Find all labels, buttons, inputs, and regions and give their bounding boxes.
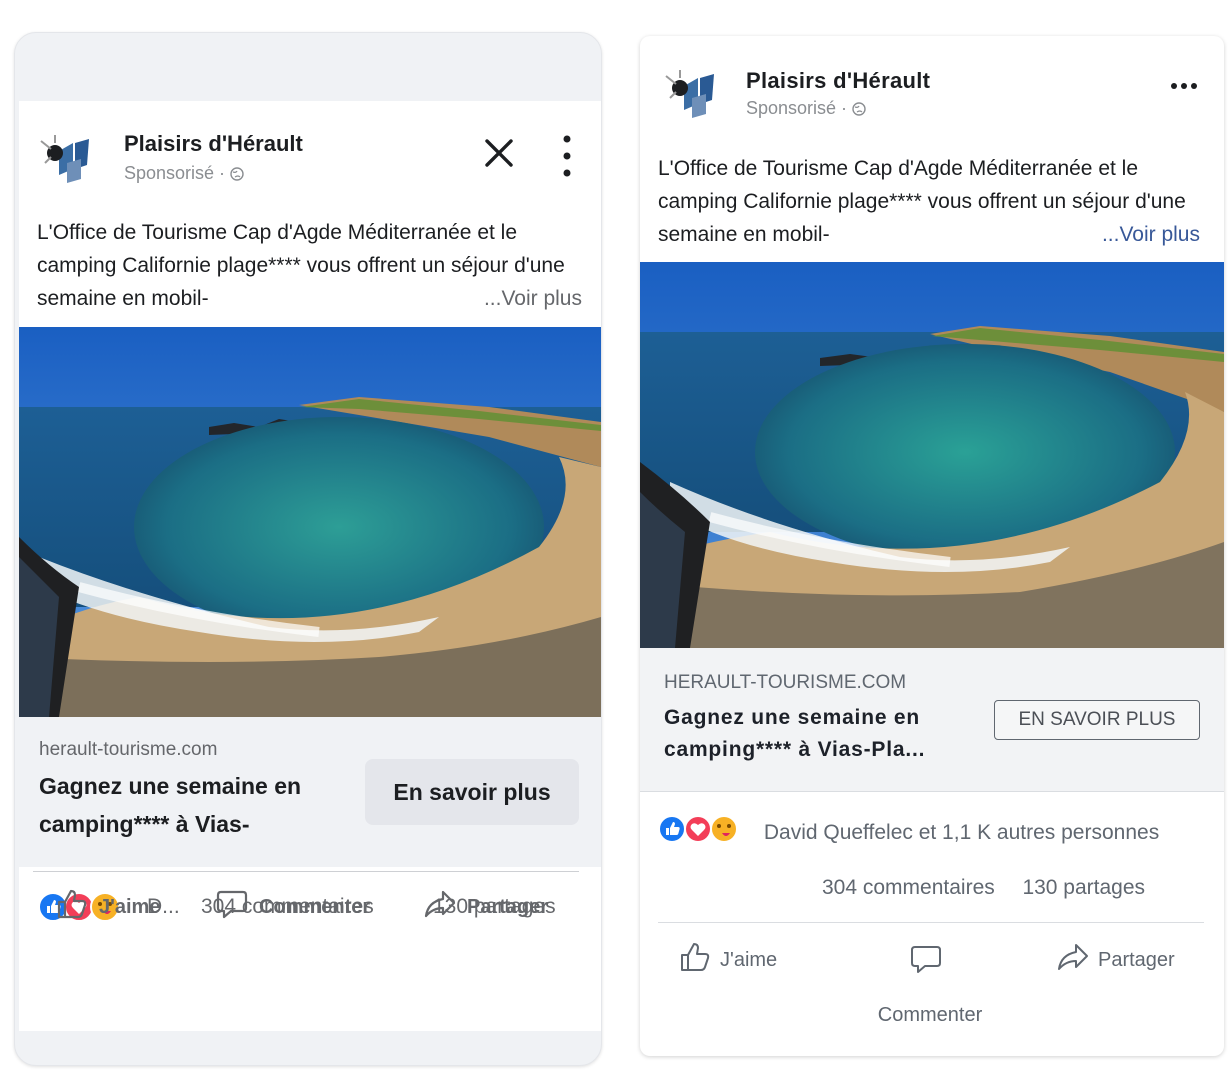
share-label: Partager — [467, 895, 549, 918]
divider — [33, 871, 579, 872]
learn-more-button[interactable]: EN SAVOIR PLUS — [994, 700, 1200, 740]
share-button[interactable]: Partager — [1056, 940, 1175, 980]
comment-label: Commenter — [259, 895, 371, 918]
reaction-icons[interactable] — [658, 814, 748, 854]
comment-button[interactable]: Commenter — [215, 889, 370, 925]
see-more-link[interactable]: ...Voir plus — [484, 282, 582, 315]
vertical-dots-icon[interactable] — [557, 133, 577, 179]
like-label: J'aime — [720, 948, 778, 971]
page-avatar[interactable] — [37, 129, 103, 185]
page-name[interactable]: Plaisirs d'Hérault — [746, 68, 930, 94]
page-avatar[interactable] — [662, 64, 726, 120]
link-preview[interactable]: HERAULT-TOURISME.COM Gagnez une semaine … — [640, 648, 1224, 792]
thumbs-up-icon — [678, 940, 720, 980]
reaction-names[interactable]: David Queffelec et 1,1 K autres personne… — [764, 821, 1159, 844]
page-name[interactable]: Plaisirs d'Hérault — [124, 131, 303, 157]
post-body-text: L'Office de Tourisme Cap d'Agde Méditerr… — [37, 216, 582, 315]
comment-button[interactable]: Commenter — [865, 936, 995, 1036]
divider — [658, 922, 1204, 923]
mobile-preview-frame: Plaisirs d'Hérault Sponsorisé · L'Office… — [14, 32, 602, 1066]
globe-icon — [230, 163, 244, 183]
link-headline: Gagnez une semaine en camping**** à Vias… — [664, 706, 926, 761]
comment-label: Commenter — [877, 1004, 983, 1026]
comments-count[interactable]: 304 commentaires — [822, 876, 995, 899]
close-icon[interactable] — [479, 133, 519, 173]
shares-count[interactable]: 130 partages — [1022, 876, 1145, 899]
share-label: Partager — [1098, 948, 1175, 971]
sponsored-label: Sponsorisé · — [124, 163, 244, 184]
post-body-text: L'Office de Tourisme Cap d'Agde Méditerr… — [658, 152, 1200, 251]
comment-icon — [909, 942, 951, 982]
link-headline: Gagnez une semaine en camping**** à Vias… — [39, 773, 302, 837]
share-icon — [1056, 940, 1098, 980]
desktop-preview-frame: Plaisirs d'Hérault Sponsorisé · L'Office… — [640, 36, 1224, 1056]
link-preview[interactable]: herault-tourisme.com Gagnez une semaine … — [19, 717, 601, 867]
link-domain: HERAULT-TOURISME.COM — [664, 672, 907, 693]
share-button[interactable]: Partager — [423, 889, 548, 925]
engagement-stats: David Queffelec et 1,1 K autres personne… — [658, 814, 1198, 854]
post-image[interactable] — [640, 262, 1224, 648]
horizontal-dots-icon[interactable] — [1168, 76, 1200, 96]
link-domain: herault-tourisme.com — [39, 739, 218, 760]
sponsored-text: Sponsorisé · — [124, 163, 231, 183]
post-image[interactable] — [19, 327, 601, 717]
sponsored-label: Sponsorisé · — [746, 98, 866, 119]
learn-more-button[interactable]: En savoir plus — [365, 759, 579, 825]
globe-icon — [852, 98, 866, 118]
share-icon — [423, 887, 467, 927]
see-more-link[interactable]: ...Voir plus — [1102, 218, 1200, 251]
comment-icon — [215, 887, 259, 927]
like-button[interactable]: J'aime — [678, 940, 777, 980]
like-label: J'aime — [99, 895, 161, 918]
post-actions: J'aime Commenter Partager — [640, 924, 1224, 1044]
post-actions: J'aime Commenter Partager — [15, 873, 597, 943]
thumbs-up-icon — [55, 887, 99, 927]
sponsored-text: Sponsorisé · — [746, 98, 853, 118]
counts: 304 commentaires 130 partages — [822, 876, 1145, 900]
like-button[interactable]: J'aime — [55, 889, 160, 925]
post-header: Plaisirs d'Hérault Sponsorisé · — [19, 101, 601, 211]
